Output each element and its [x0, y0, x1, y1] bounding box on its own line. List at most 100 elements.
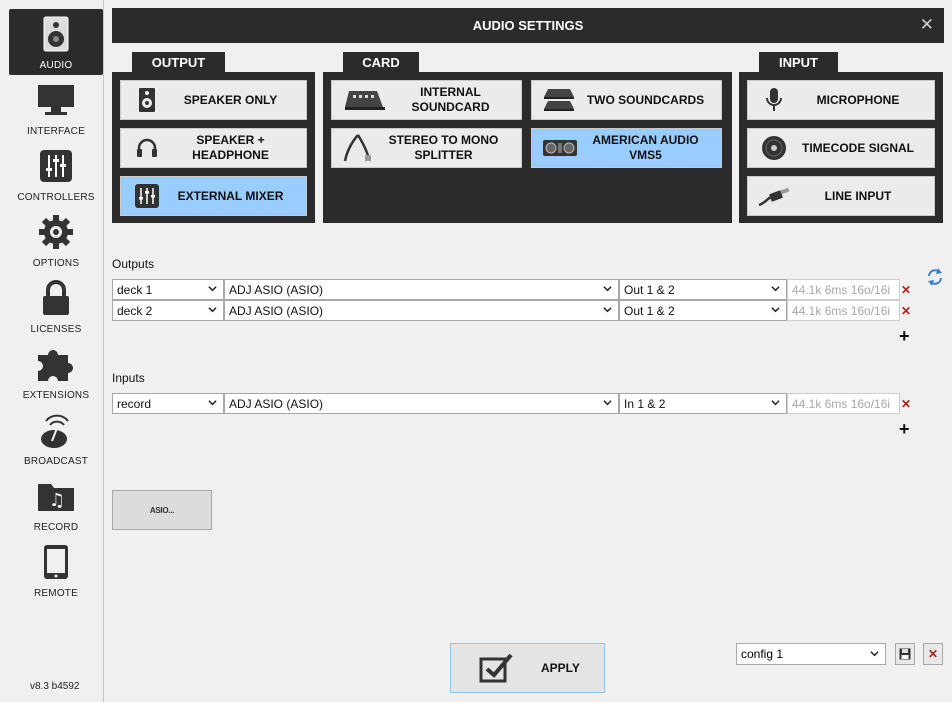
select-value: ADJ ASIO (ASIO) — [229, 303, 324, 318]
speaker-icon — [129, 82, 165, 118]
sidebar-item-extensions[interactable]: EXTENSIONS — [9, 339, 103, 405]
close-icon[interactable]: ✕ — [920, 16, 934, 34]
output-device-select[interactable]: ADJ ASIO (ASIO) — [224, 279, 619, 300]
chevron-down-icon — [603, 307, 612, 313]
save-config-button[interactable] — [895, 643, 915, 665]
select-value: In 1 & 2 — [624, 396, 666, 411]
sidebar-item-label: INTERFACE — [27, 126, 85, 137]
sidebar-item-controllers[interactable]: CONTROLLERS — [9, 141, 103, 207]
chevron-down-icon — [771, 286, 780, 292]
sidebar-item-interface[interactable]: INTERFACE — [9, 75, 103, 141]
mixer-sliders-icon — [36, 146, 76, 186]
gear-icon — [36, 212, 76, 252]
sidebar-item-broadcast[interactable]: BROADCAST — [9, 405, 103, 471]
delete-config-button[interactable]: ✕ — [923, 643, 943, 665]
refresh-icon[interactable] — [926, 266, 944, 288]
input-ports-select[interactable]: In 1 & 2 — [619, 393, 787, 414]
audio-settings-window: AUDIO INTERFACE CONTROLLERS OPTIONS LICE… — [0, 0, 952, 702]
sidebar-item-label: CONTROLLERS — [17, 192, 95, 203]
button-label: AMERICAN AUDIO VMS5 — [592, 133, 699, 162]
select-value: ADJ ASIO (ASIO) — [229, 396, 324, 411]
american-audio-vms5-button[interactable]: AMERICAN AUDIO VMS5 — [531, 128, 722, 168]
window-title: AUDIO SETTINGS — [472, 18, 584, 33]
mixer-icon — [129, 178, 165, 214]
svg-text:♫: ♫ — [49, 490, 65, 511]
button-label: TIMECODE SIGNAL — [801, 140, 914, 155]
tablet-icon — [36, 542, 76, 582]
output-ports-select[interactable]: Out 1 & 2 — [619, 300, 787, 321]
chevron-down-icon — [603, 286, 612, 292]
apply-label: APPLY — [541, 661, 580, 675]
add-output-icon[interactable]: + — [899, 327, 910, 345]
speaker-headphone-button[interactable]: SPEAKER + HEADPHONE — [120, 128, 307, 168]
line-cable-icon — [756, 178, 792, 214]
floppy-icon — [899, 648, 911, 660]
sidebar-item-record[interactable]: ♫ RECORD — [9, 471, 103, 537]
sidebar-item-label: RECORD — [33, 522, 79, 533]
sidebar-item-label: LICENSES — [30, 324, 82, 335]
two-soundcards-button[interactable]: TWO SOUNDCARDS — [531, 80, 722, 120]
outputs-label: Outputs — [112, 257, 155, 271]
lock-icon — [36, 278, 76, 318]
sidebar-item-label: OPTIONS — [32, 258, 80, 269]
broadcast-icon — [36, 410, 76, 450]
controller-device-icon — [540, 130, 580, 166]
chevron-down-icon — [603, 400, 612, 406]
asio-config-button[interactable]: ASIO... — [112, 490, 212, 530]
chevron-down-icon — [771, 400, 780, 406]
button-label: SPEAKER ONLY — [183, 92, 278, 107]
config-select[interactable]: config 1 — [736, 643, 886, 665]
delete-icon: ✕ — [927, 647, 939, 661]
chevron-down-icon — [208, 286, 217, 292]
microphone-icon — [756, 82, 792, 118]
headphone-icon — [129, 130, 165, 166]
output-channel-select[interactable]: deck 1 — [112, 279, 224, 300]
select-value: config 1 — [741, 647, 784, 661]
sidebar-item-remote[interactable]: REMOTE — [9, 537, 103, 603]
output-ports-select[interactable]: Out 1 & 2 — [619, 279, 787, 300]
two-soundcards-icon — [540, 82, 580, 118]
input-device-select[interactable]: ADJ ASIO (ASIO) — [224, 393, 619, 414]
line-input-button[interactable]: LINE INPUT — [747, 176, 935, 216]
folder-music-icon: ♫ — [36, 476, 76, 516]
sidebar-item-label: EXTENSIONS — [22, 390, 90, 401]
input-panel: MICROPHONE TIMECODE SIGNAL LINE INPUT — [739, 72, 943, 223]
add-input-icon[interactable]: + — [899, 420, 910, 438]
tab-output: OUTPUT — [132, 52, 225, 72]
chevron-down-icon — [208, 400, 217, 406]
internal-soundcard-button[interactable]: INTERNAL SOUNDCARD — [331, 80, 522, 120]
input-info-field: 44.1k 6ms 16o/16i — [787, 393, 900, 414]
sidebar: AUDIO INTERFACE CONTROLLERS OPTIONS LICE… — [0, 0, 104, 702]
inputs-label: Inputs — [112, 371, 145, 385]
puzzle-icon — [36, 344, 76, 384]
microphone-button[interactable]: MICROPHONE — [747, 80, 935, 120]
output-channel-select[interactable]: deck 2 — [112, 300, 224, 321]
version-label: v8.3 b4592 — [30, 681, 80, 692]
output-device-select[interactable]: ADJ ASIO (ASIO) — [224, 300, 619, 321]
sidebar-item-audio[interactable]: AUDIO — [9, 9, 103, 75]
output-panel: SPEAKER ONLY SPEAKER + HEADPHONE EXTERNA… — [112, 72, 315, 223]
timecode-signal-button[interactable]: TIMECODE SIGNAL — [747, 128, 935, 168]
input-channel-select[interactable]: record — [112, 393, 224, 414]
sidebar-item-options[interactable]: OPTIONS — [9, 207, 103, 273]
apply-button[interactable]: APPLY — [450, 643, 605, 693]
sidebar-item-label: BROADCAST — [23, 456, 89, 467]
button-label: STEREO TO MONO SPLITTER — [388, 133, 499, 162]
select-value: Out 1 & 2 — [624, 282, 675, 297]
sidebar-item-label: AUDIO — [39, 60, 73, 71]
monitor-icon — [36, 80, 76, 120]
delete-row-icon[interactable]: ✕ — [901, 284, 911, 296]
delete-row-icon[interactable]: ✕ — [901, 398, 911, 410]
checkbox-check-icon — [479, 653, 513, 683]
button-label: EXTERNAL MIXER — [177, 188, 284, 203]
select-value: deck 1 — [117, 282, 153, 297]
button-label: INTERNAL SOUNDCARD — [411, 85, 490, 114]
external-mixer-button[interactable]: EXTERNAL MIXER — [120, 176, 307, 216]
sidebar-item-licenses[interactable]: LICENSES — [9, 273, 103, 339]
select-value: deck 2 — [117, 303, 153, 318]
chevron-down-icon — [870, 651, 879, 657]
stereo-to-mono-splitter-button[interactable]: STEREO TO MONO SPLITTER — [331, 128, 522, 168]
speaker-only-button[interactable]: SPEAKER ONLY — [120, 80, 307, 120]
select-value: record — [117, 396, 152, 411]
delete-row-icon[interactable]: ✕ — [901, 305, 911, 317]
